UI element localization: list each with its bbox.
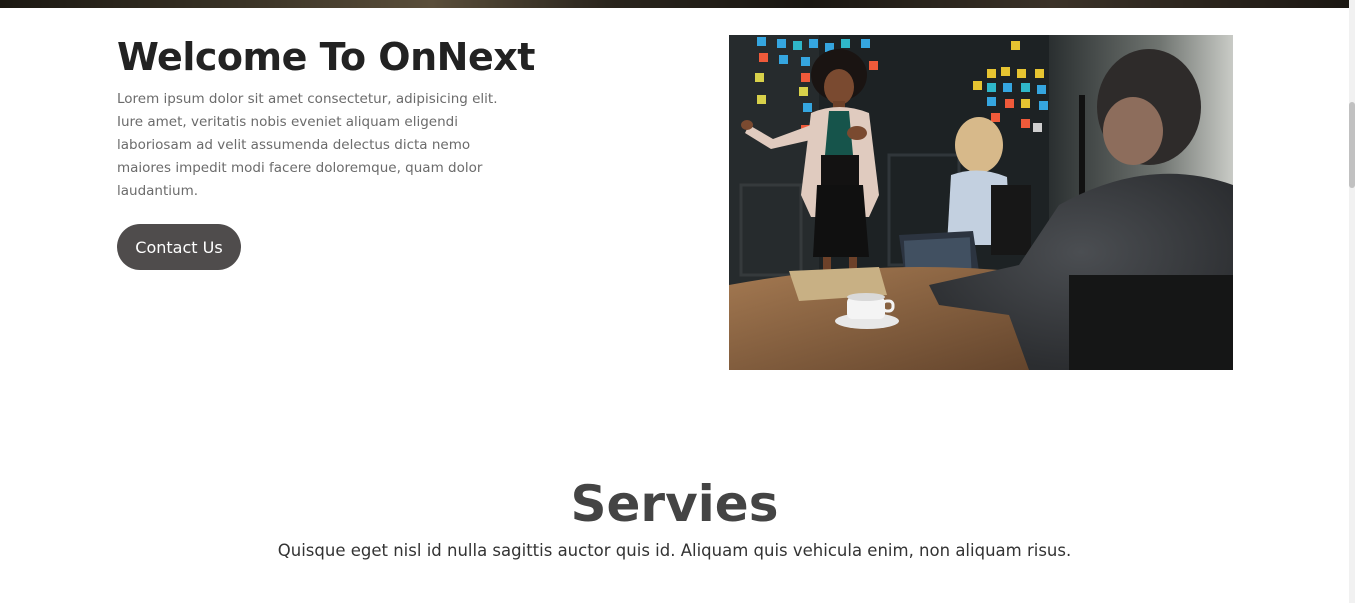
services-section: Servies Quisque eget nisl id nulla sagit…	[0, 470, 1349, 562]
office-meeting-photo	[729, 35, 1233, 370]
hero-description: Lorem ipsum dolor sit amet consectetur, …	[117, 91, 498, 199]
top-banner-image-strip	[0, 0, 1349, 8]
services-subtitle: Quisque eget nisl id nulla sagittis auct…	[277, 541, 1072, 560]
services-title: Servies	[570, 475, 779, 533]
hero-section: Welcome To OnNext Lorem ipsum dolor sit …	[117, 34, 535, 270]
page-scrollbar[interactable]	[1349, 0, 1355, 603]
page: Welcome To OnNext Lorem ipsum dolor sit …	[0, 0, 1355, 603]
scrollbar-thumb[interactable]	[1349, 102, 1355, 188]
contact-us-button[interactable]: Contact Us	[117, 224, 241, 270]
hero-title: Welcome To OnNext	[117, 35, 535, 79]
